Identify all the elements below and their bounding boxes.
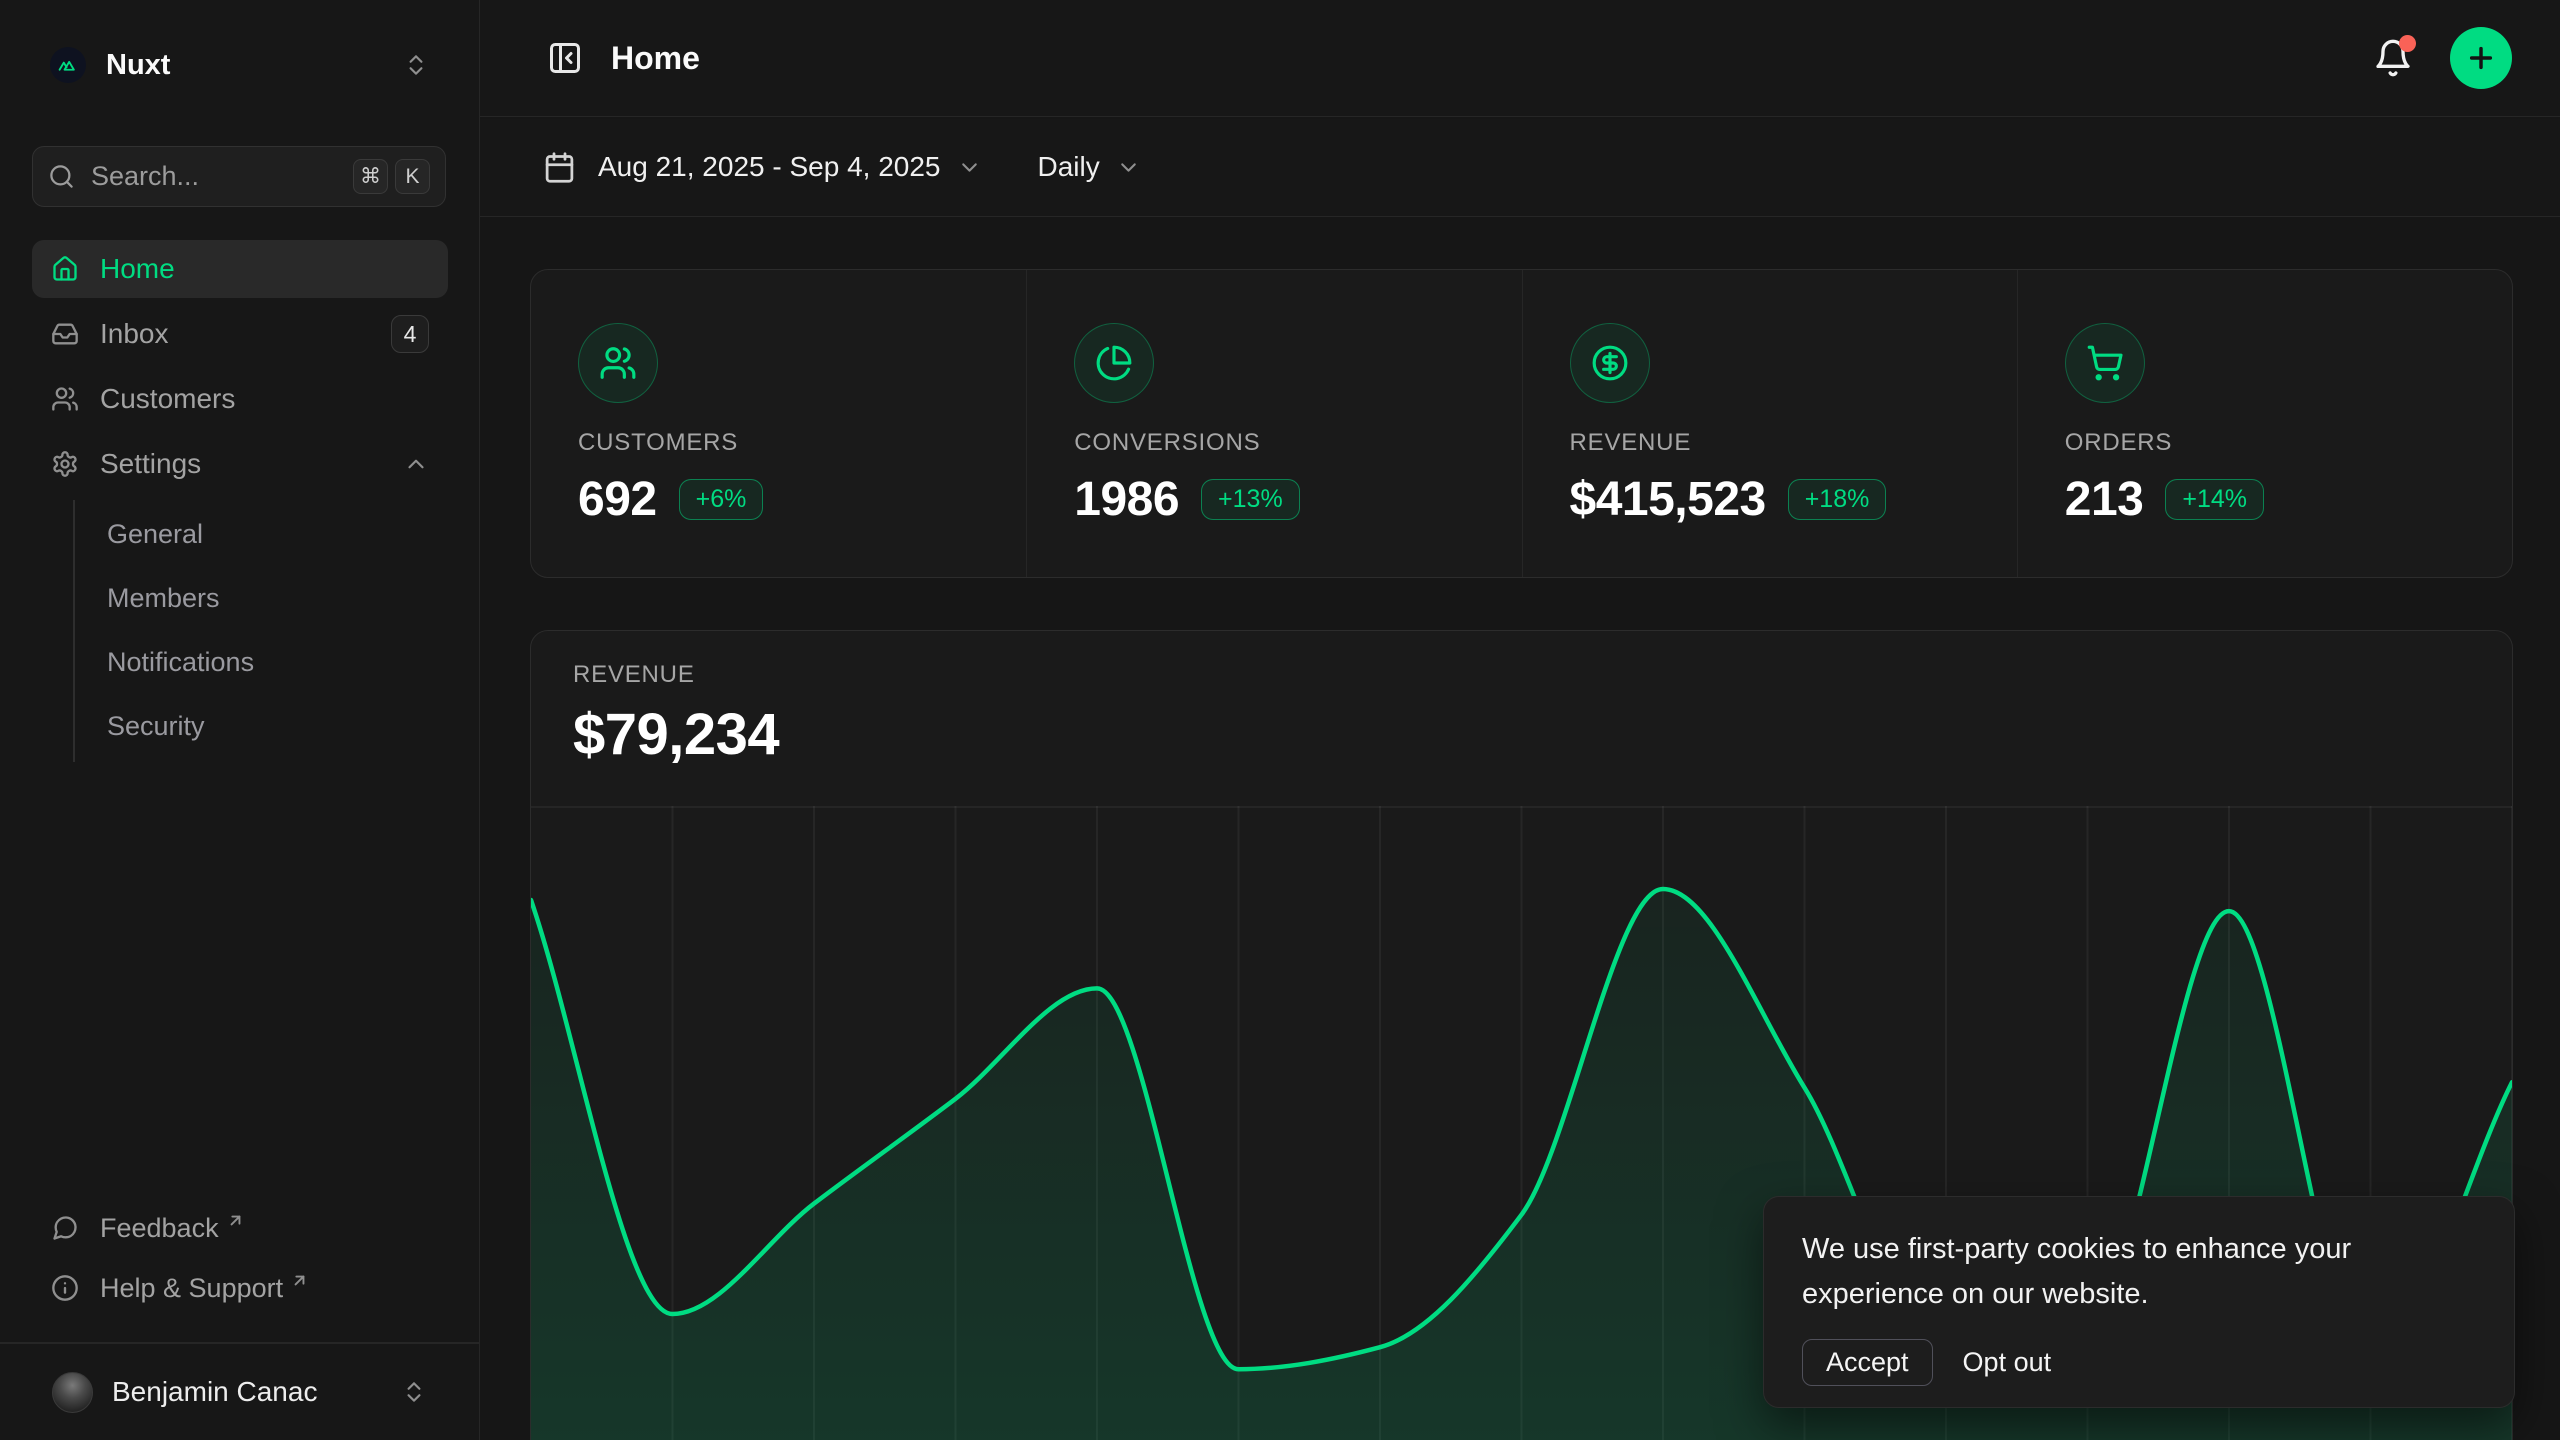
user-name: Benjamin Canac <box>112 1376 317 1408</box>
sidebar-item-security[interactable]: Security <box>75 694 448 758</box>
stat-card-customers[interactable]: CUSTOMERS 692 +6% <box>531 270 1026 577</box>
home-icon <box>51 255 79 283</box>
stat-card-orders[interactable]: ORDERS 213 +14% <box>2017 270 2512 577</box>
stat-delta-badge: +13% <box>1201 479 1300 520</box>
kbd-cmd: ⌘ <box>353 159 388 194</box>
plus-icon <box>2465 42 2497 74</box>
sidebar-item-label: Customers <box>100 383 235 415</box>
date-range-picker[interactable]: Aug 21, 2025 - Sep 4, 2025 <box>543 151 982 184</box>
stat-icon-badge <box>1074 323 1154 403</box>
pie-chart-icon <box>1095 344 1133 382</box>
user-avatar <box>52 1372 93 1413</box>
stat-icon-badge <box>1570 323 1650 403</box>
external-link-icon <box>290 1271 309 1290</box>
stat-label: ORDERS <box>2065 429 2482 457</box>
add-button[interactable] <box>2450 27 2512 89</box>
page-header: Home <box>480 0 2560 117</box>
stat-delta-badge: +18% <box>1788 479 1887 520</box>
cookie-actions: Accept Opt out <box>1802 1339 2476 1386</box>
help-support-label: Help & Support <box>100 1273 283 1304</box>
chevron-down-icon <box>957 155 982 180</box>
shopping-cart-icon <box>2086 344 2124 382</box>
stats-cards: CUSTOMERS 692 +6% CONVERSIONS 1986 +13% <box>530 269 2513 578</box>
dashboard-app: Nuxt ⌘ K Home Inbo <box>0 0 2560 1440</box>
calendar-icon <box>543 151 576 184</box>
feedback-link[interactable]: Feedback <box>32 1198 448 1258</box>
revenue-chart-value: $79,234 <box>573 701 2512 768</box>
period-select[interactable]: Daily <box>1038 151 1141 183</box>
panel-left-close-icon <box>547 40 583 76</box>
stat-label: CONVERSIONS <box>1074 429 1491 457</box>
stat-label: CUSTOMERS <box>578 429 996 457</box>
help-support-link[interactable]: Help & Support <box>32 1258 448 1318</box>
sidebar-item-customers[interactable]: Customers <box>32 370 448 428</box>
dollar-circle-icon <box>1591 344 1629 382</box>
sidebar-item-label: Home <box>100 253 175 285</box>
sidebar-nav: Home Inbox 4 Customers Settings <box>32 240 448 762</box>
stat-delta-badge: +14% <box>2165 479 2264 520</box>
sidebar-item-label: Settings <box>100 448 201 480</box>
chevron-down-icon <box>1116 155 1141 180</box>
sidebar-item-notifications[interactable]: Notifications <box>75 630 448 694</box>
chevrons-up-down-icon <box>401 1379 427 1405</box>
header-actions <box>2370 27 2512 89</box>
stat-card-conversions[interactable]: CONVERSIONS 1986 +13% <box>1026 270 1521 577</box>
sidebar-item-general[interactable]: General <box>75 502 448 566</box>
sidebar-item-label: Inbox <box>100 318 169 350</box>
stat-delta-badge: +6% <box>679 479 764 520</box>
users-icon <box>51 385 79 413</box>
workspace-selector[interactable]: Nuxt <box>32 36 447 94</box>
inbox-icon <box>51 320 79 348</box>
stat-icon-badge <box>578 323 658 403</box>
external-link-icon <box>226 1211 245 1230</box>
stat-card-revenue[interactable]: REVENUE $415,523 +18% <box>1522 270 2017 577</box>
kbd-k: K <box>395 159 430 194</box>
chevron-up-icon <box>403 451 429 477</box>
search-input-wrap[interactable]: ⌘ K <box>32 146 446 207</box>
accept-cookies-button[interactable]: Accept <box>1802 1339 1933 1386</box>
date-range-value: Aug 21, 2025 - Sep 4, 2025 <box>598 151 941 183</box>
settings-subnav: General Members Notifications Security <box>73 500 448 762</box>
stat-value: 692 <box>578 472 657 527</box>
notifications-button[interactable] <box>2370 35 2416 81</box>
revenue-chart-header: REVENUE $79,234 <box>531 631 2512 768</box>
inbox-unread-badge: 4 <box>391 315 429 353</box>
unread-indicator-dot <box>2399 35 2416 52</box>
page-title: Home <box>611 40 700 77</box>
period-value: Daily <box>1038 151 1100 183</box>
message-bubble-icon <box>51 1214 79 1242</box>
cookie-consent-banner: We use first-party cookies to enhance yo… <box>1763 1196 2515 1408</box>
sidebar: Nuxt ⌘ K Home Inbo <box>0 0 480 1440</box>
opt-out-button[interactable]: Opt out <box>1959 1340 2056 1385</box>
stat-label: REVENUE <box>1570 429 1987 457</box>
search-icon <box>48 163 75 190</box>
sidebar-divider <box>0 1342 479 1344</box>
sidebar-item-settings[interactable]: Settings <box>32 435 448 493</box>
sidebar-footer: Feedback Help & Support <box>32 1198 448 1318</box>
users-icon <box>599 344 637 382</box>
sidebar-item-home[interactable]: Home <box>32 240 448 298</box>
stat-icon-badge <box>2065 323 2145 403</box>
stat-value: 1986 <box>1074 472 1179 527</box>
sidebar-item-inbox[interactable]: Inbox 4 <box>32 305 448 363</box>
info-circle-icon <box>51 1274 79 1302</box>
search-input[interactable] <box>91 161 346 192</box>
user-menu[interactable]: Benjamin Canac <box>16 1358 463 1426</box>
gear-icon <box>51 450 79 478</box>
feedback-label: Feedback <box>100 1213 219 1244</box>
chevrons-up-down-icon <box>403 52 429 78</box>
sidebar-collapse-button[interactable] <box>543 36 587 80</box>
workspace-name: Nuxt <box>106 49 170 82</box>
nuxt-logo-icon <box>50 47 86 83</box>
cookie-message: We use first-party cookies to enhance yo… <box>1802 1227 2452 1317</box>
stat-value: $415,523 <box>1570 472 1766 527</box>
sidebar-item-members[interactable]: Members <box>75 566 448 630</box>
filters-toolbar: Aug 21, 2025 - Sep 4, 2025 Daily <box>480 119 2560 218</box>
revenue-chart-label: REVENUE <box>573 661 2512 689</box>
stat-value: 213 <box>2065 472 2144 527</box>
